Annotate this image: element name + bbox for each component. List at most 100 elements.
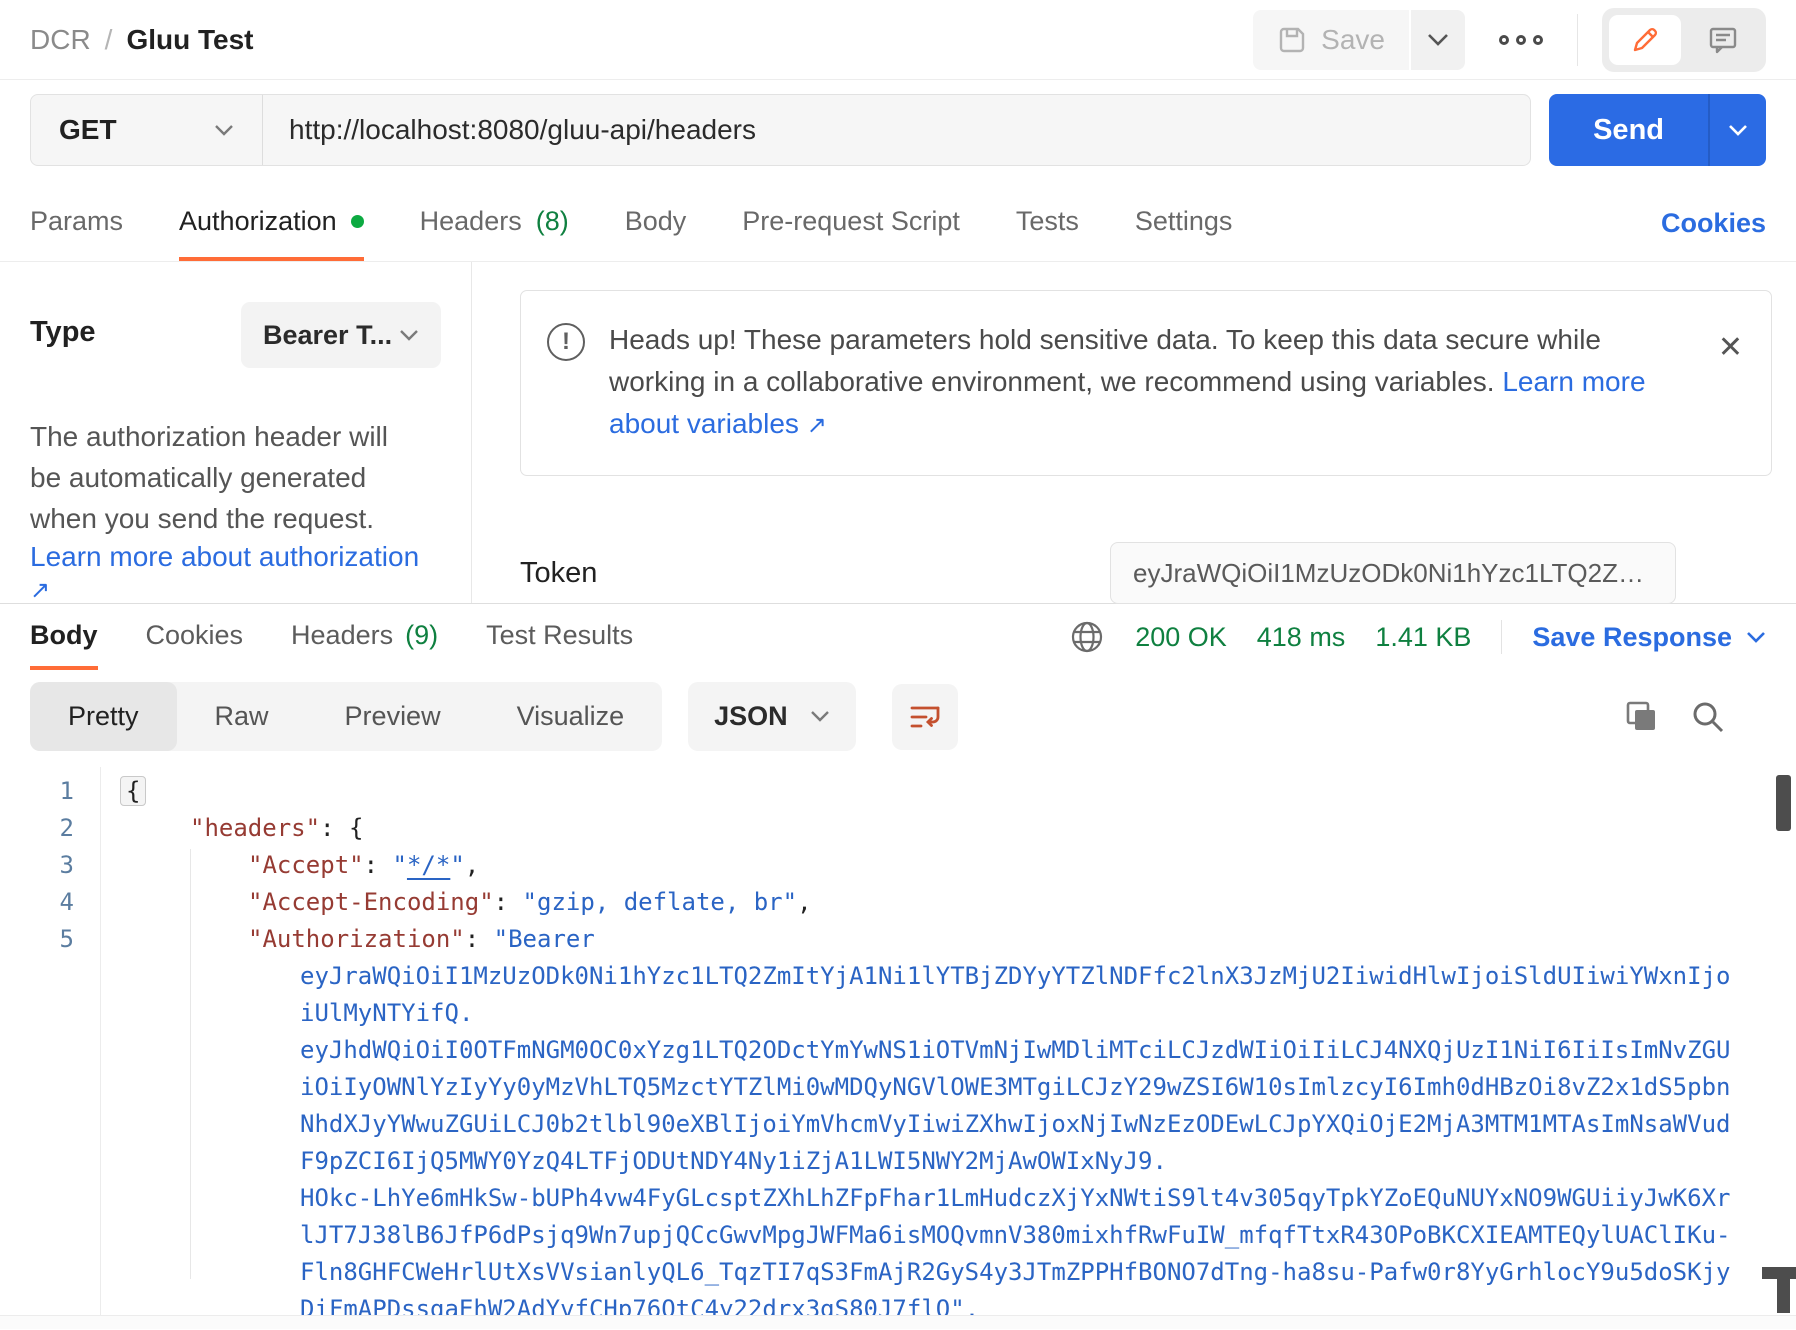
response-tab-headers-label: Headers [291,620,393,651]
code-wrap-line: Fln8GHFCWeHrlUtXsVVsianlyQL6_TqzTI7qS3Fm… [0,1254,1796,1291]
comment-icon [1707,24,1739,56]
code-wrap-line: iOiIyOWNlYzIyYy0yMzVhLTQ5MzctYTZlMi0wMDQ… [0,1069,1796,1106]
status-badge[interactable]: 200 OK [1135,622,1227,653]
send-button-group: Send [1549,94,1766,166]
scrollbar-bottom-corner[interactable] [1774,1267,1794,1313]
format-select[interactable]: JSON [688,682,856,751]
method-select[interactable]: GET [31,95,263,165]
code-wrap-line: lJT7J38lB6JfP6dPsjq9Wn7upjQCcGwvMpgJWFMa… [0,1217,1796,1254]
request-tabs: Params Authorization Headers (8) Body Pr… [0,186,1796,262]
tab-prerequest-script[interactable]: Pre-request Script [742,186,960,261]
save-options-caret[interactable] [1409,10,1465,70]
view-mode-group: Pretty Raw Preview Visualize [30,682,662,751]
viewer-icons [1624,699,1766,735]
globe-icon[interactable] [1069,619,1105,655]
code-wrap-line: eyJraWQiOiI1MzUzODk0Ni1hYzc1LTQ2ZmItYjA1… [0,958,1796,995]
code-wrap-line: NhdXJyYWwuZGUiLCJ0b2tlbl90eXBlIjoiYmVhcm… [0,1106,1796,1143]
response-tab-headers[interactable]: Headers (9) [291,604,438,670]
tab-headers[interactable]: Headers (8) [420,186,569,261]
code-line: 1{ [0,773,1796,810]
tab-headers-label: Headers [420,206,522,237]
response-headers-count-badge: (9) [405,620,438,651]
tab-tests-label: Tests [1016,206,1079,237]
learn-more-authorization-label: Learn more about authorization [30,541,419,572]
tab-params-label: Params [30,206,123,237]
save-response-label: Save Response [1532,622,1732,653]
view-mode-raw[interactable]: Raw [177,682,307,751]
authorization-active-dot [351,215,364,228]
authorization-type-column: Type Bearer T... The authorization heade… [0,262,472,603]
tab-body[interactable]: Body [625,186,687,261]
search-icon[interactable] [1690,699,1726,735]
response-tab-test-results-label: Test Results [486,620,633,651]
code-wrap-line: HOkc-LhYe6mHkSw-bUPh4vw4FyGLcsptZXhLhZFp… [0,1180,1796,1217]
view-mode-pretty[interactable]: Pretty [30,682,177,751]
tab-tests[interactable]: Tests [1016,186,1079,261]
send-button[interactable]: Send [1549,94,1708,166]
url-bar: GET http://localhost:8080/gluu-api/heade… [30,94,1531,166]
send-button-label: Send [1593,114,1664,147]
breadcrumb-collection[interactable]: DCR [30,24,91,56]
tab-authorization[interactable]: Authorization [179,186,364,261]
response-tab-body[interactable]: Body [30,604,98,670]
response-json-body: 1{2"headers": {3"Accept": "*/*",4"Accept… [0,767,1796,1328]
tab-authorization-label: Authorization [179,206,337,237]
tab-prerequest-label: Pre-request Script [742,206,960,237]
code-line: 3"Accept": "*/*", [0,847,1796,884]
save-response-button[interactable]: Save Response [1532,622,1766,653]
response-bar: Body Cookies Headers (9) Test Results 20… [0,604,1796,670]
external-link-icon: ↗ [807,412,827,439]
response-tab-test-results[interactable]: Test Results [486,604,633,670]
line-number: 4 [0,884,100,921]
learn-more-authorization-link[interactable]: Learn more about authorization ↗ [30,541,441,605]
save-button-label: Save [1321,24,1385,56]
pencil-icon [1629,24,1661,56]
more-options-icon[interactable] [1489,25,1553,55]
method-value: GET [59,114,117,146]
breadcrumb: DCR / Gluu Test [30,24,254,56]
response-viewer-bar: Pretty Raw Preview Visualize JSON [0,670,1796,767]
response-tab-cookies[interactable]: Cookies [146,604,244,670]
send-options-caret[interactable] [1708,94,1766,166]
edit-mode-button[interactable] [1609,15,1681,65]
banner-message: Heads up! These parameters hold sensitiv… [609,324,1601,397]
authorization-detail-column: ! Heads up! These parameters hold sensit… [472,262,1796,603]
save-button[interactable]: Save [1253,10,1409,70]
comment-button[interactable] [1687,15,1759,65]
code-line: 2"headers": { [0,810,1796,847]
view-mode-visualize[interactable]: Visualize [479,682,663,751]
token-input[interactable]: eyJraWQiOiI1MzUzODk0Ni1hYzc1LTQ2ZmIt... [1110,542,1676,604]
line-number: 3 [0,847,100,884]
token-row: Token eyJraWQiOiI1MzUzODk0Ni1hYzc1LTQ2Zm… [520,542,1772,604]
chevron-down-icon [810,710,830,723]
token-label: Token [520,557,597,590]
response-body-viewer[interactable]: 1{2"headers": {3"Accept": "*/*",4"Accept… [0,767,1796,1329]
chevron-down-icon [1746,631,1766,644]
response-tab-cookies-label: Cookies [146,620,244,651]
tab-settings[interactable]: Settings [1135,186,1233,261]
response-tabs: Body Cookies Headers (9) Test Results [30,604,633,670]
cookies-link[interactable]: Cookies [1661,186,1766,261]
horizontal-scrollbar-track[interactable] [0,1315,1796,1329]
line-number: 2 [0,810,100,847]
code-line: 5"Authorization": "Bearer [0,921,1796,958]
wrap-text-icon [907,699,943,735]
format-value: JSON [714,701,788,732]
response-time[interactable]: 418 ms [1257,622,1346,653]
headers-count-badge: (8) [536,206,569,237]
wrap-text-button[interactable] [892,684,958,750]
response-size[interactable]: 1.41 KB [1375,622,1471,653]
top-bar-actions: Save [1253,8,1766,72]
close-icon[interactable]: ✕ [1718,333,1743,363]
tab-params[interactable]: Params [30,186,123,261]
response-tab-body-label: Body [30,620,98,651]
chevron-down-icon [1728,124,1748,137]
copy-icon[interactable] [1624,699,1660,735]
url-input[interactable]: http://localhost:8080/gluu-api/headers [263,95,1530,165]
view-mode-preview[interactable]: Preview [307,682,479,751]
code-line: 4"Accept-Encoding": "gzip, deflate, br", [0,884,1796,921]
vertical-scrollbar-thumb[interactable] [1776,775,1791,831]
breadcrumb-request-name[interactable]: Gluu Test [126,24,253,56]
auth-type-select[interactable]: Bearer T... [241,302,441,368]
chevron-down-icon [214,124,234,137]
